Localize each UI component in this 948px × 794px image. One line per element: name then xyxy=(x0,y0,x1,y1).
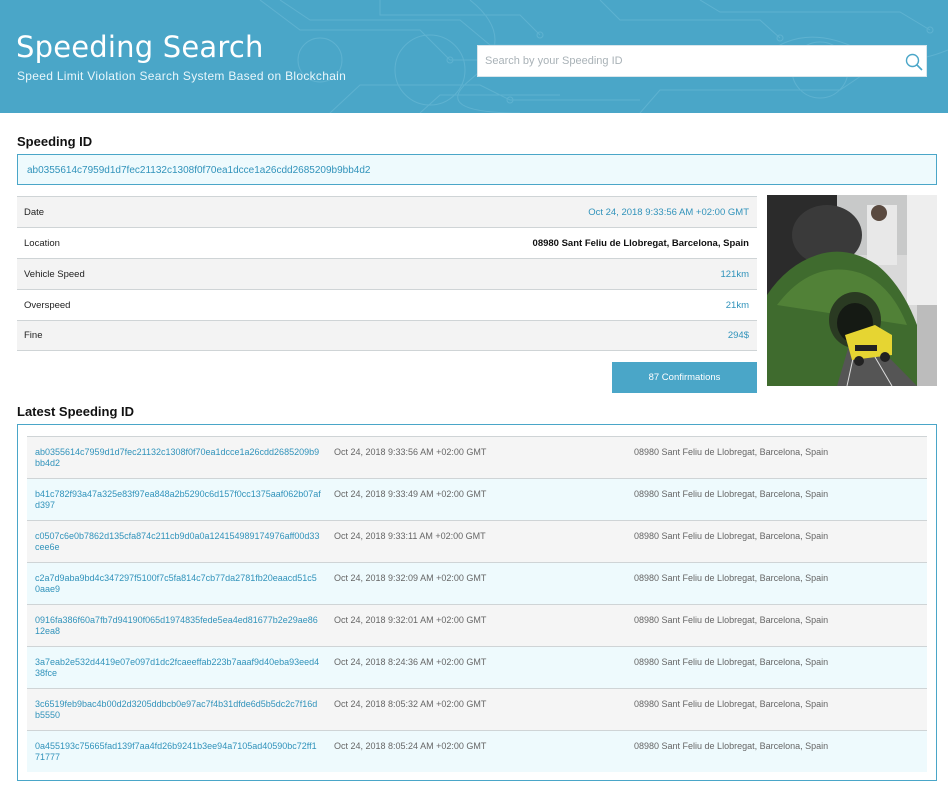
table-row[interactable]: 0916fa386f60a7fb7d94190f065d1974835fede5… xyxy=(27,604,927,646)
speeding-id-link[interactable]: ab0355614c7959d1d7fec21132c1308f0f70ea1d… xyxy=(35,447,321,469)
row-location: 08980 Sant Feliu de Llobregat, Barcelona… xyxy=(634,489,829,499)
latest-speeding-list: ab0355614c7959d1d7fec21132c1308f0f70ea1d… xyxy=(17,424,937,781)
row-location: 08980 Sant Feliu de Llobregat, Barcelona… xyxy=(634,699,829,709)
app-subtitle: Speed Limit Violation Search System Base… xyxy=(17,69,347,83)
detail-row-location: Location 08980 Sant Feliu de Llobregat, … xyxy=(17,227,757,258)
table-row[interactable]: c2a7d9aba9bd4c347297f5100f7c5fa814c7cb77… xyxy=(27,562,927,604)
detail-value: 21km xyxy=(725,299,749,311)
speeding-details-table: Date Oct 24, 2018 9:33:56 AM +02:00 GMT … xyxy=(17,196,757,351)
speeding-id-link[interactable]: 3c6519feb9bac4b00d2d3205ddbcb0e97ac7f4b3… xyxy=(35,699,321,721)
detail-value: Oct 24, 2018 9:33:56 AM +02:00 GMT xyxy=(588,206,749,218)
detail-label: Overspeed xyxy=(24,299,71,311)
row-date: Oct 24, 2018 8:05:24 AM +02:00 GMT xyxy=(334,741,487,751)
row-location: 08980 Sant Feliu de Llobregat, Barcelona… xyxy=(634,741,829,751)
row-location: 08980 Sant Feliu de Llobregat, Barcelona… xyxy=(634,573,829,583)
row-date: Oct 24, 2018 9:32:09 AM +02:00 GMT xyxy=(334,573,487,583)
table-row[interactable]: 3a7eab2e532d4419e07e097d1dc2fcaeeffab223… xyxy=(27,646,927,688)
detail-row-vehicle-speed: Vehicle Speed 121km xyxy=(17,258,757,289)
search-icon[interactable] xyxy=(904,52,924,72)
table-row[interactable]: 3c6519feb9bac4b00d2d3205ddbcb0e97ac7f4b3… xyxy=(27,688,927,730)
row-location: 08980 Sant Feliu de Llobregat, Barcelona… xyxy=(634,531,829,541)
detail-label: Location xyxy=(24,237,60,249)
detail-value: 08980 Sant Feliu de Llobregat, Barcelona… xyxy=(532,237,749,249)
row-date: Oct 24, 2018 8:24:36 AM +02:00 GMT xyxy=(334,657,487,667)
search-bar xyxy=(477,45,927,77)
detail-label: Vehicle Speed xyxy=(24,268,85,280)
latest-speeding-heading: Latest Speeding ID xyxy=(17,404,135,419)
row-date: Oct 24, 2018 8:05:32 AM +02:00 GMT xyxy=(334,699,487,709)
speeding-id-value: ab0355614c7959d1d7fec21132c1308f0f70ea1d… xyxy=(17,154,937,185)
row-date: Oct 24, 2018 9:33:56 AM +02:00 GMT xyxy=(334,447,487,457)
detail-value: 121km xyxy=(720,268,749,280)
app-title: Speeding Search xyxy=(16,30,264,64)
speeding-id-link[interactable]: 0a455193c75665fad139f7aa4fd26b9241b3ee94… xyxy=(35,741,321,763)
row-location: 08980 Sant Feliu de Llobregat, Barcelona… xyxy=(634,447,829,457)
table-row[interactable]: c0507c6e0b7862d135cfa874c211cb9d0a0a1241… xyxy=(27,520,927,562)
speeding-id-link[interactable]: 3a7eab2e532d4419e07e097d1dc2fcaeeffab223… xyxy=(35,657,321,679)
row-date: Oct 24, 2018 9:32:01 AM +02:00 GMT xyxy=(334,615,487,625)
detail-label: Fine xyxy=(24,330,43,341)
table-row[interactable]: ab0355614c7959d1d7fec21132c1308f0f70ea1d… xyxy=(27,436,927,478)
table-row[interactable]: 0a455193c75665fad139f7aa4fd26b9241b3ee94… xyxy=(27,730,927,772)
detail-label: Date xyxy=(24,206,45,218)
confirmations-button[interactable]: 87 Confirmations xyxy=(612,362,757,393)
speeding-id-link[interactable]: c0507c6e0b7862d135cfa874c211cb9d0a0a1241… xyxy=(35,531,321,553)
detail-row-overspeed: Overspeed 21km xyxy=(17,289,757,320)
search-input[interactable] xyxy=(478,46,898,76)
detail-row-date: Date Oct 24, 2018 9:33:56 AM +02:00 GMT xyxy=(17,196,757,227)
detail-value: 294$ xyxy=(727,330,749,341)
latest-list-rows: ab0355614c7959d1d7fec21132c1308f0f70ea1d… xyxy=(27,436,927,772)
vehicle-photo xyxy=(767,195,937,386)
row-location: 08980 Sant Feliu de Llobregat, Barcelona… xyxy=(634,615,829,625)
row-date: Oct 24, 2018 9:33:49 AM +02:00 GMT xyxy=(334,489,487,499)
speeding-id-heading: Speeding ID xyxy=(17,134,93,149)
speeding-id-link[interactable]: c2a7d9aba9bd4c347297f5100f7c5fa814c7cb77… xyxy=(35,573,321,595)
speeding-id-link[interactable]: b41c782f93a47a325e83f97ea848a2b5290c6d15… xyxy=(35,489,321,511)
speeding-id-link[interactable]: 0916fa386f60a7fb7d94190f065d1974835fede5… xyxy=(35,615,321,637)
page-header: Speeding Search Speed Limit Violation Se… xyxy=(0,0,948,113)
table-row[interactable]: b41c782f93a47a325e83f97ea848a2b5290c6d15… xyxy=(27,478,927,520)
row-date: Oct 24, 2018 9:33:11 AM +02:00 GMT xyxy=(334,531,486,541)
detail-row-fine: Fine 294$ xyxy=(17,320,757,351)
row-location: 08980 Sant Feliu de Llobregat, Barcelona… xyxy=(634,657,829,667)
